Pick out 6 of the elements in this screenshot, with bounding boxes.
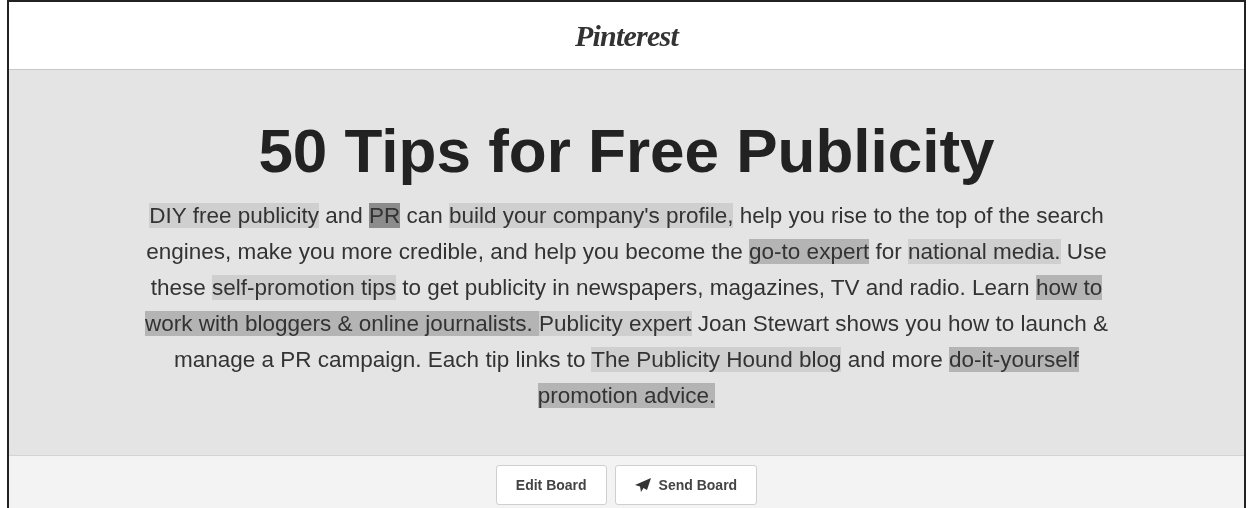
paper-plane-icon xyxy=(634,478,651,492)
edit-board-button[interactable]: Edit Board xyxy=(495,465,607,505)
logo[interactable]: Pinterest xyxy=(574,13,679,58)
send-board-button[interactable]: Send Board xyxy=(614,465,758,505)
board-title: 50 Tips for Free Publicity xyxy=(258,115,995,187)
board-description: DIY free publicity and PR can build your company's profile, help you rise to the top of the search engines, make you more credible, and help you become the go-to expert for national media. Use these self-promotion tips to get publicity in newspapers, magazines, TV and radio. Learn how to work with bloggers & online journalists. Publicity expert Joan Stewart shows you how to launch & manage a PR campaign. Each tip links to The Publicity Hound blog and more do-it-yourself promotion advice. xyxy=(144,202,1109,410)
